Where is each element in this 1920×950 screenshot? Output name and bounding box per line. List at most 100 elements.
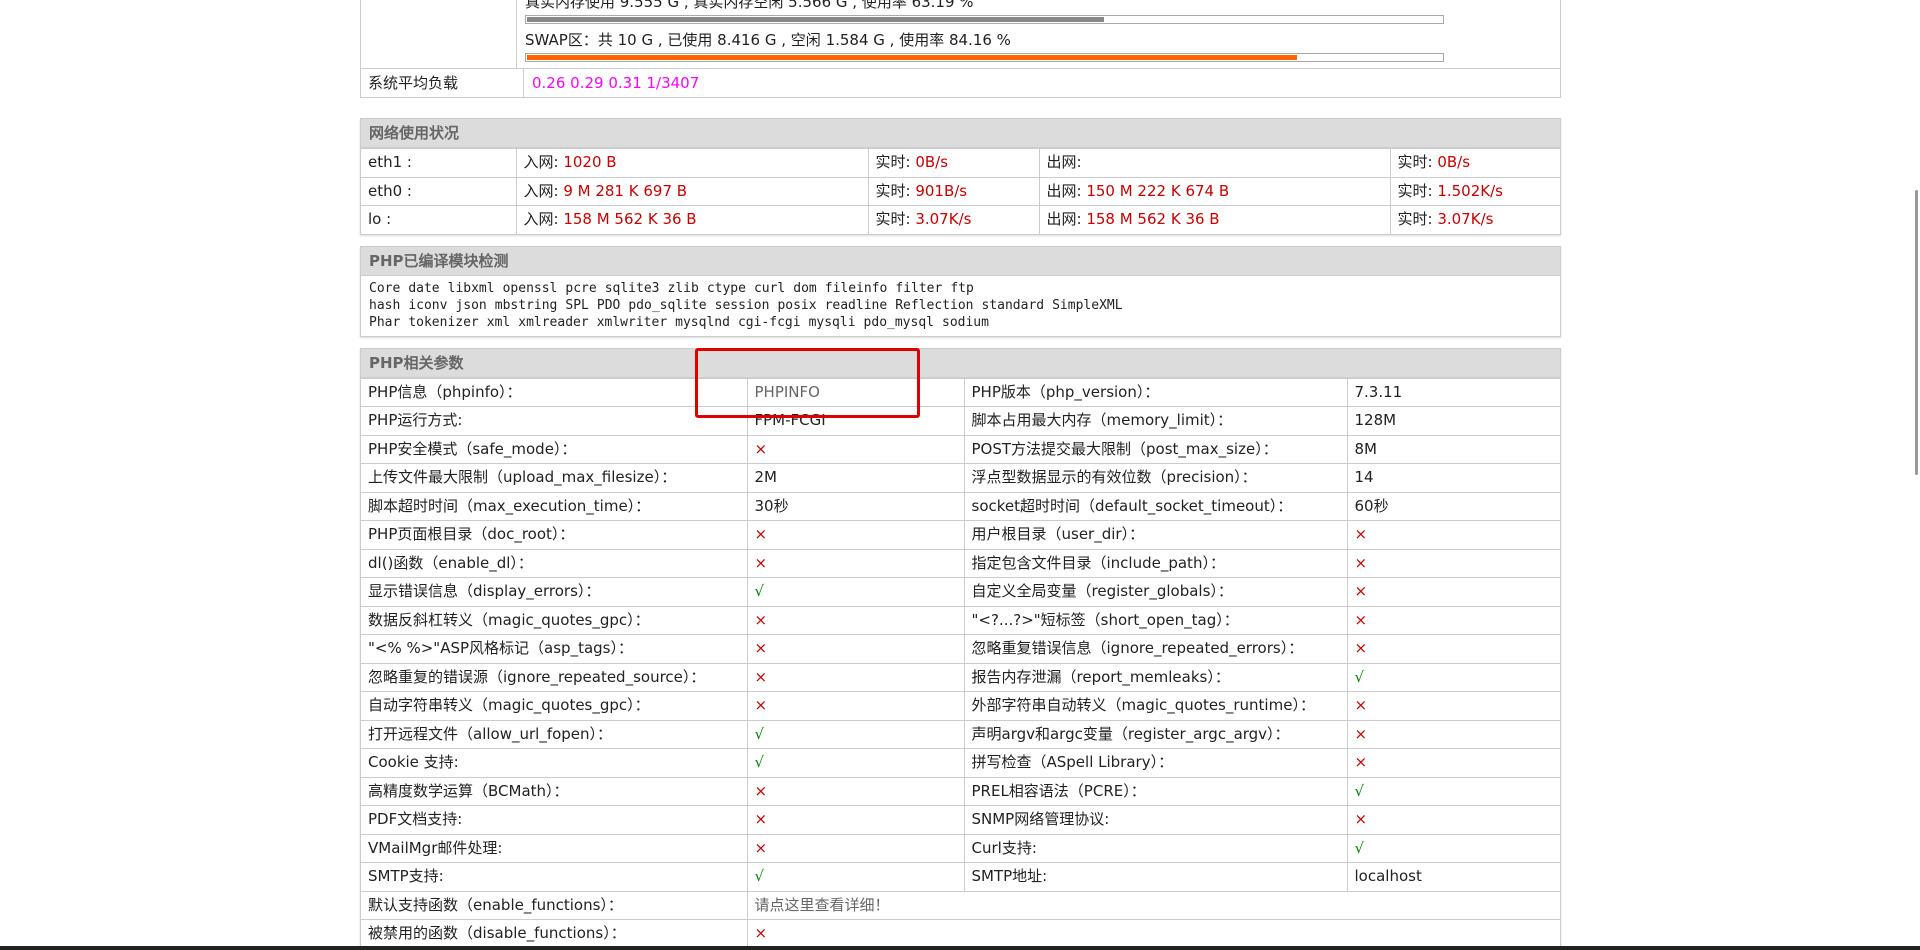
module-name: PDO [596,297,621,313]
network-stat-cell: 出网: [1038,148,1391,178]
module-line: Core date libxml openssl pcre sqlite3 zlib ctyp… [369,280,1552,297]
param-label: 被禁用的函数（disable_functions）： [361,919,748,948]
param-label: 拼写检查（ASpell Library）： [963,748,1348,778]
module-name: ftp [950,280,974,296]
param-label: 用户根目录（user_dir）： [963,520,1348,550]
table-row: PHP信息（phpinfo）： PHPINFO PHP版本（php_version）… [361,377,1560,407]
network-stat-label: 实时: [875,181,916,200]
module-name: xmlreader [518,314,589,330]
param-label: 忽略重复的错误源（ignore_repeated_source）： [361,662,748,692]
modules-list: Core date libxml openssl pcre sqlite3 zlib ctyp… [361,276,1560,336]
param-label: 数据反斜杠转义（magic_quotes_gpc）： [361,605,748,635]
scrollbar[interactable] [1906,0,1920,950]
network-table: eth1 : 入网: 1020 B 实时: 0B/s 出网: 实时: 0B/s eth0… [361,148,1560,234]
param-label: PHP安全模式（safe_mode）： [361,434,748,464]
module-name: json [455,297,487,313]
param-label: PHP信息（phpinfo）： [361,377,748,407]
module-name: dom [793,280,817,296]
param-value: √ [746,719,965,749]
module-name: Core [369,280,401,296]
network-stat-cell: 实时: 0B/s [867,148,1040,178]
network-stat-label: 出网: [1046,181,1087,200]
module-name: date [408,280,440,296]
param-value: × [746,662,965,692]
param-value: √ [746,862,965,891]
module-line: hash iconv json mbstring SPL PDO pdo_sqlite ses… [369,297,1552,314]
network-stat-label: 入网: [523,153,564,172]
module-name: filter [895,280,943,296]
memory-content: 真实内存使用 9.555 G , 真实内存空闲 5.566 G , 使用率 63… [517,0,1560,68]
enable-functions-link[interactable]: 请点这里查看详细！ [746,890,1560,920]
module-name: xml [486,314,511,330]
real-memory-bar-fill [527,17,1105,22]
module-name: mysqlnd [675,314,730,330]
param-label: POST方法提交最大限制（post_max_size）： [963,434,1348,464]
param-value: × [746,434,965,464]
param-label: 脚本占用最大内存（memory_limit）： [963,406,1348,436]
network-section-title: 网络使用状况 [361,119,1560,148]
network-stat-value: 1.502K/s [1437,181,1503,200]
memory-label-cell [361,0,517,68]
param-label: dl()函数（enable_dl）： [361,548,748,578]
param-label: 报告内存泄漏（report_memleaks）： [963,662,1348,692]
network-stat-label: 实时: [1397,153,1438,172]
module-name: zlib [667,280,699,296]
param-label: 显示错误信息（display_errors）： [361,577,748,607]
network-stat-cell: 实时: 3.07K/s [867,205,1040,234]
module-name: iconv [408,297,448,313]
bottom-edge [0,946,1920,950]
network-stat-cell: 实时: 1.502K/s [1389,176,1560,206]
param-label: "<% %>"ASP风格标记（asp_tags）： [361,634,748,664]
php-params-section: PHP相关参数 PHP信息（phpinfo）： PHPINFO PHP版本（php_… [360,347,1561,949]
table-row: 数据反斜杠转义（magic_quotes_gpc）： × "<?...?>"短标签（… [361,605,1560,635]
network-stat-label: 实时: [1397,210,1438,229]
module-line: Phar tokenizer xml xmlreader xmlwriter mysqln… [369,314,1552,331]
load-average-value: 0.26 0.29 0.31 1/3407 [532,74,700,92]
table-row: 忽略重复的错误源（ignore_repeated_source）： × 报告内存泄漏… [361,662,1560,692]
module-name: pcre [565,280,597,296]
scrollbar-thumb[interactable] [1915,190,1918,475]
param-label: VMailMgr邮件处理: [361,833,748,863]
interface-name: eth1 : [361,148,517,178]
module-name: Phar [369,314,401,330]
module-name: SPL [565,297,589,313]
module-name: xmlwriter [596,314,668,330]
module-name: session [714,297,770,313]
network-stat-label: 入网: [523,181,564,200]
table-row: 上传文件最大限制（upload_max_filesize）： 2M 浮点型数据显示的… [361,463,1560,493]
param-value: × [1346,691,1560,721]
param-label: "<?...?>"短标签（short_open_tag）： [963,605,1348,635]
module-name: fileinfo [824,280,888,296]
module-name: sqlite3 [604,280,660,296]
param-label: 自定义全局变量（register_globals）： [963,577,1348,607]
param-value: × [746,833,965,863]
param-label: 浮点型数据显示的有效位数（precision）： [963,463,1348,493]
param-label: socket超时时间（default_socket_timeout）： [963,491,1348,521]
module-name: sodium [942,314,989,330]
network-stat-value: 3.07K/s [915,210,972,229]
interface-name: lo : [361,205,517,234]
param-label: PREL相容语法（PCRE）： [963,776,1348,806]
param-label: PHP页面根目录（doc_root）： [361,520,748,550]
param-label: 脚本超时时间（max_execution_time）： [361,491,748,521]
table-row: "<% %>"ASP风格标记（asp_tags）： × 忽略重复错误信息（ignor… [361,634,1560,664]
network-stat-label: 实时: [1397,181,1438,200]
network-stat-label: 出网: [1046,153,1082,172]
param-label: 打开远程文件（allow_url_fopen）： [361,719,748,749]
module-name: mysqli [808,314,856,330]
param-value[interactable]: PHPINFO [746,377,965,407]
param-value: 2M [746,463,965,493]
param-label: SMTP支持: [361,862,748,891]
module-name: cgi-fcgi [737,314,801,330]
param-value: 14 [1346,463,1560,493]
network-stat-cell: 出网: 150 M 222 K 674 B [1038,176,1391,206]
table-row: 显示错误信息（display_errors）： √ 自定义全局变量（register… [361,577,1560,607]
table-row: eth0 : 入网: 9 M 281 K 697 B 实时: 901B/s 出网: 1… [361,176,1560,206]
real-memory-bar [525,15,1444,24]
param-value: × [746,605,965,635]
network-stat-value: 158 M 562 K 36 B [563,210,697,229]
table-row: 自动字符串转义（magic_quotes_gpc）： × 外部字符串自动转义（mag… [361,691,1560,721]
param-value: √ [746,748,965,778]
param-value: 60秒 [1346,491,1560,521]
param-value: √ [746,577,965,607]
